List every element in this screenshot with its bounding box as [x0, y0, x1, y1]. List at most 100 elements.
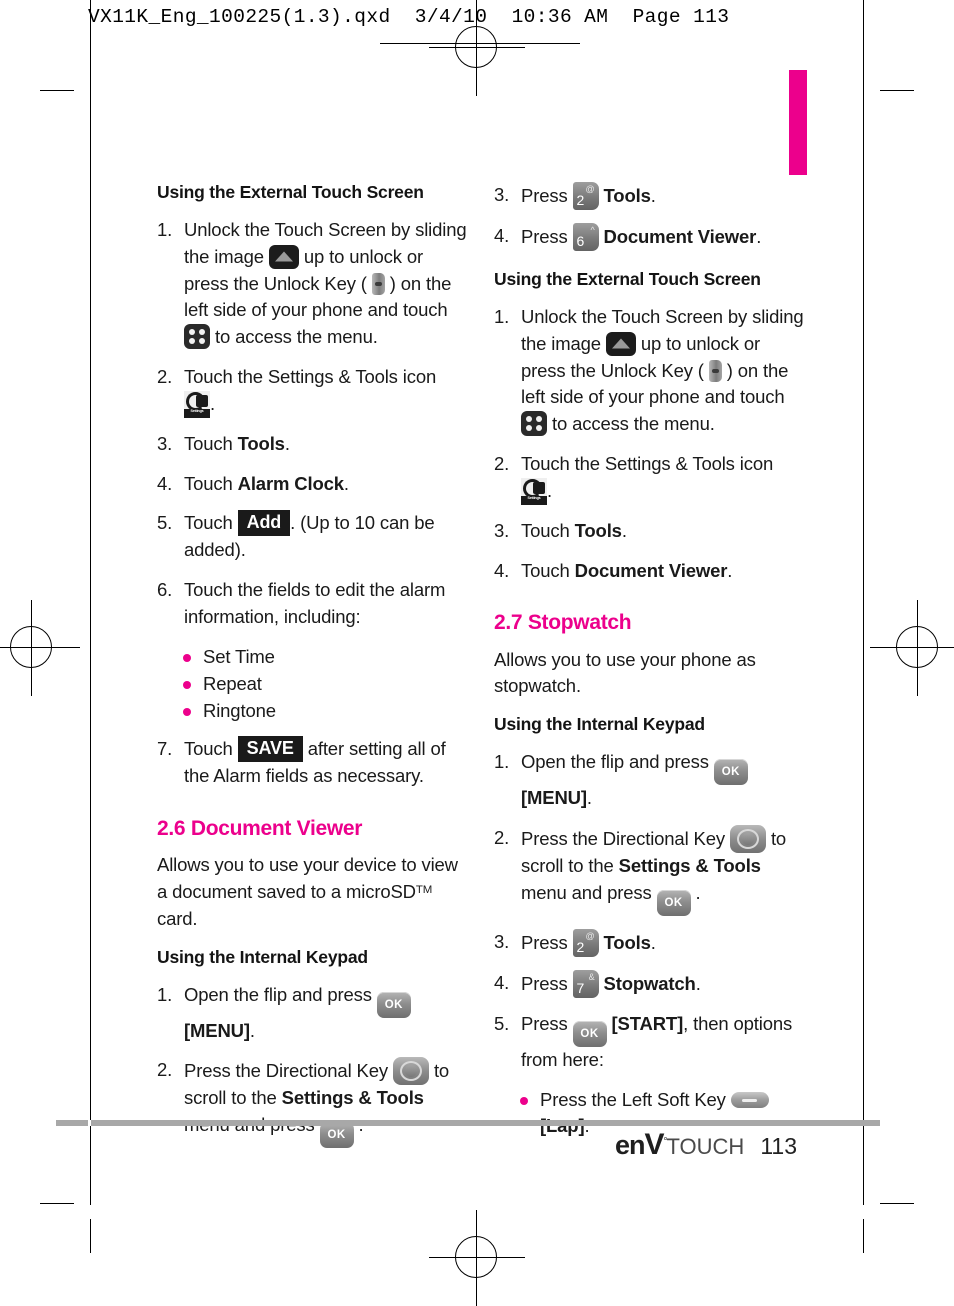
bullet-item: Repeat: [183, 671, 467, 697]
ok-key-icon: OK: [319, 1122, 354, 1149]
step-body: Open the flip and press OK [MENU].: [521, 751, 748, 808]
step-number: 6.: [157, 579, 173, 600]
alarm-clock-steps: 1. Unlock the Touch Screen by sliding the…: [157, 217, 467, 631]
keypad-key-2-icon: 2 @: [572, 182, 599, 210]
step-body: Touch the Settings & Tools icon Settings…: [521, 452, 774, 505]
step-body: Touch the fields to edit the alarm infor…: [184, 579, 445, 627]
unlock-key-icon: [708, 359, 722, 382]
stopwatch-intro: Allows you to use your phone as stopwatc…: [494, 648, 756, 697]
step-text: Press the Directional Key: [521, 827, 730, 849]
step-text: Press the Left Soft Key: [540, 1088, 731, 1110]
emphasized-term: [MENU]: [521, 787, 587, 809]
emphasized-term: [MENU]: [184, 1019, 250, 1041]
step-text: .: [690, 881, 701, 903]
list-item: 7. Touch SAVE after setting all of the Al…: [157, 736, 467, 790]
step-number: 7.: [157, 738, 173, 760]
list-item: 1. Open the flip and press OK [MENU].: [157, 982, 467, 1045]
step-text: .: [756, 226, 762, 247]
ok-key-icon: OK: [656, 889, 691, 916]
step-number: 3.: [494, 930, 510, 952]
emphasized-term: Stopwatch: [598, 972, 696, 994]
step-number: 5.: [494, 1012, 510, 1034]
list-item: 1. Unlock the Touch Screen by sliding the…: [494, 304, 804, 438]
step-body: Open the flip and press OK [MENU].: [184, 984, 411, 1041]
step-text: Open the flip and press: [184, 983, 377, 1005]
step-text: Press: [521, 226, 573, 247]
step-body: Press 2 @ Tools.: [521, 182, 656, 210]
intro-text-b: card.: [157, 907, 198, 929]
heading-using-external-touch-screen-right: Using the External Touch Screen: [494, 269, 761, 289]
step-text: Press: [521, 972, 573, 994]
page-number: 113: [760, 1133, 797, 1159]
step-text: .: [695, 972, 701, 994]
step-body: Touch Tools.: [521, 520, 627, 541]
step-body: Touch Tools.: [184, 433, 290, 454]
step-body: Touch Add. (Up to 10 can be added).: [184, 510, 435, 560]
ok-key-icon: OK: [376, 991, 411, 1018]
ui-chip-save: SAVE: [237, 736, 303, 762]
list-item: 3. Press 2 @ Tools.: [494, 928, 804, 957]
step-body: Touch SAVE after setting all of the Alar…: [184, 736, 446, 786]
step-number: 1.: [157, 983, 173, 1005]
step-body: Press 7 & Stopwatch.: [521, 969, 701, 998]
page-content: Using the External Touch Screen 1. Unlock…: [0, 0, 954, 1292]
menu-dots-icon: [521, 411, 547, 437]
ok-key-icon: OK: [572, 1020, 607, 1047]
step-text: Touch the Settings & Tools icon: [184, 365, 437, 387]
alarm-field-bullets: Set Time Repeat Ringtone: [157, 644, 467, 725]
emphasized-term: Settings & Tools: [281, 1087, 424, 1109]
step-body: Press the Directional Key to scroll to t…: [521, 824, 786, 916]
list-item: 4. Touch Alarm Clock.: [157, 471, 467, 498]
step-body: Press 2 @ Tools.: [521, 928, 656, 957]
step-text: Press: [521, 931, 573, 953]
keypad-key-7-icon: 7 &: [572, 969, 599, 998]
emphasized-term: Settings & Tools: [618, 854, 761, 876]
step-number: 1.: [494, 751, 510, 773]
footer-rule: [56, 1120, 880, 1126]
ui-chip-add: Add: [237, 510, 291, 536]
step-number: 2.: [494, 826, 510, 848]
step-text: to access the menu.: [210, 326, 378, 348]
step-text: Press the Directional Key: [184, 1060, 393, 1082]
document-viewer-intro: Allows you to use your device to view a …: [157, 852, 467, 932]
list-item: 2. Touch the Settings & Tools icon Settin…: [494, 451, 804, 505]
step-text: .: [284, 432, 290, 454]
emphasized-term: Tools: [598, 931, 651, 953]
step-text: .: [650, 185, 656, 206]
document-viewer-internal-steps-cont: 3. Press 2 @ Tools. 4. Press 6 ^ Document Vie…: [494, 182, 804, 251]
list-item: 2. Touch the Settings & Tools icon Settin…: [157, 364, 467, 418]
intro-text-a: Allows you to use your device to view a …: [157, 854, 458, 903]
section-heading-stopwatch: 2.7 Stopwatch: [494, 611, 632, 635]
step-body: Press OK [START], then options from here…: [521, 1013, 792, 1070]
list-item: 4. Touch Document Viewer.: [494, 558, 804, 585]
unlock-key-icon: [371, 272, 385, 295]
step-text: .: [343, 472, 349, 494]
directional-key-icon: [392, 1057, 429, 1086]
heading-using-internal-keypad-left: Using the Internal Keypad: [157, 946, 368, 967]
list-item: 1. Unlock the Touch Screen by sliding the…: [157, 217, 467, 351]
heading-using-external-touch-screen: Using the External Touch Screen: [157, 182, 424, 202]
page-footer: enV°TOUCH 113: [615, 1128, 797, 1162]
alarm-clock-step-7: 7. Touch SAVE after setting all of the Al…: [157, 736, 467, 790]
step-text: Touch: [184, 472, 238, 494]
unlock-slider-icon: [605, 331, 636, 356]
step-text: Touch: [184, 738, 238, 760]
directional-key-icon: [729, 824, 766, 853]
step-text: Touch the fields to edit the alarm infor…: [184, 579, 446, 627]
env-touch-logo: enV°TOUCH: [615, 1128, 744, 1162]
emphasized-term: Tools: [598, 185, 651, 206]
step-text: .: [249, 1019, 255, 1041]
step-text: Touch the Settings & Tools icon: [521, 452, 774, 474]
step-body: Unlock the Touch Screen by sliding the i…: [184, 219, 467, 350]
step-text: to access the menu.: [547, 413, 715, 435]
list-item: 1. Open the flip and press OK [MENU].: [494, 749, 804, 812]
list-item: 3. Touch Tools.: [494, 518, 804, 545]
unlock-slider-icon: [268, 244, 299, 269]
step-text: Touch: [184, 512, 238, 534]
step-text: .: [727, 559, 733, 581]
logo-en: en: [614, 1130, 645, 1160]
list-item: 5. Touch Add. (Up to 10 can be added).: [157, 510, 467, 564]
step-number: 3.: [157, 432, 173, 454]
document-viewer-external-steps: 1. Unlock the Touch Screen by sliding the…: [494, 304, 804, 585]
step-body: Press 6 ^ Document Viewer.: [521, 223, 762, 251]
